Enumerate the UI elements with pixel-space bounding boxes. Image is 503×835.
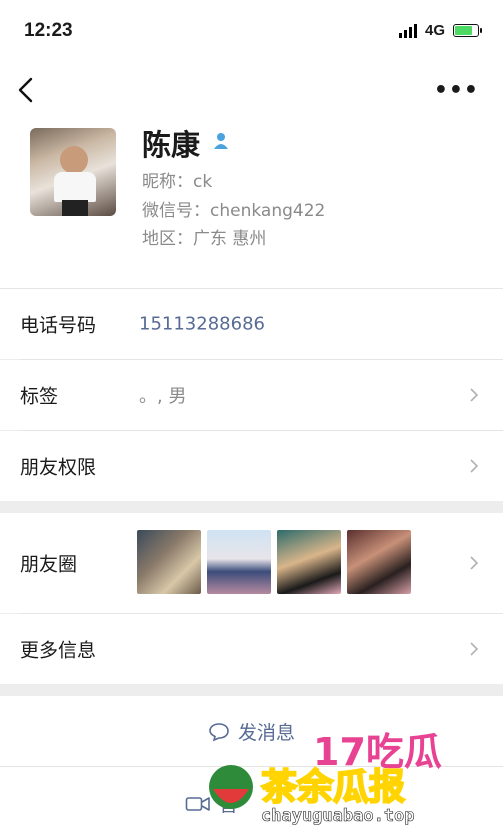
signal-icon	[398, 23, 417, 38]
friend-permissions-label: 朋友权限	[20, 456, 97, 479]
chevron-right-icon	[470, 459, 479, 473]
chevron-right-icon	[470, 388, 479, 402]
more-info-row[interactable]: 更多信息	[0, 614, 503, 684]
moments-label: 朋友圈	[20, 553, 78, 576]
watermark: 17吃瓜 茶余瓜报 chayuguabao.top	[209, 730, 442, 826]
moment-photo[interactable]	[277, 530, 341, 594]
network-label: 4G	[424, 22, 445, 39]
moments-thumbnails[interactable]	[137, 530, 411, 594]
back-arrow-icon[interactable]	[16, 76, 38, 104]
region: 地区：广东 惠州	[142, 229, 267, 249]
phone-value[interactable]: 15113288686	[139, 314, 265, 335]
wechat-id: 微信号：chenkang422	[142, 201, 326, 221]
watermark-domain-text: chayuguabao.top	[261, 806, 415, 826]
male-person-icon	[214, 133, 228, 149]
chevron-right-icon	[470, 642, 479, 656]
chevron-right-icon	[470, 556, 479, 570]
watermark-brand-text: 茶余瓜报	[261, 766, 405, 808]
battery-icon	[453, 24, 482, 37]
moment-photo[interactable]	[137, 530, 201, 594]
phone-label: 电话号码	[20, 314, 97, 337]
status-indicators: 4G	[398, 22, 482, 39]
nickname: 昵称：ck	[142, 172, 213, 192]
more-options-icon[interactable]: •••	[434, 78, 479, 103]
friend-permissions-row[interactable]: 朋友权限	[0, 431, 503, 501]
moment-photo[interactable]	[207, 530, 271, 594]
moment-photo[interactable]	[347, 530, 411, 594]
phone-row[interactable]: 电话号码 15113288686	[0, 289, 503, 359]
tags-value: 。, 男	[139, 386, 187, 407]
contact-name: 陈康	[142, 128, 201, 162]
avatar[interactable]	[30, 128, 116, 216]
more-info-label: 更多信息	[20, 639, 97, 662]
status-time: 12:23	[24, 20, 73, 41]
tags-label: 标签	[20, 385, 59, 408]
tags-row[interactable]: 标签 。, 男	[0, 360, 503, 430]
